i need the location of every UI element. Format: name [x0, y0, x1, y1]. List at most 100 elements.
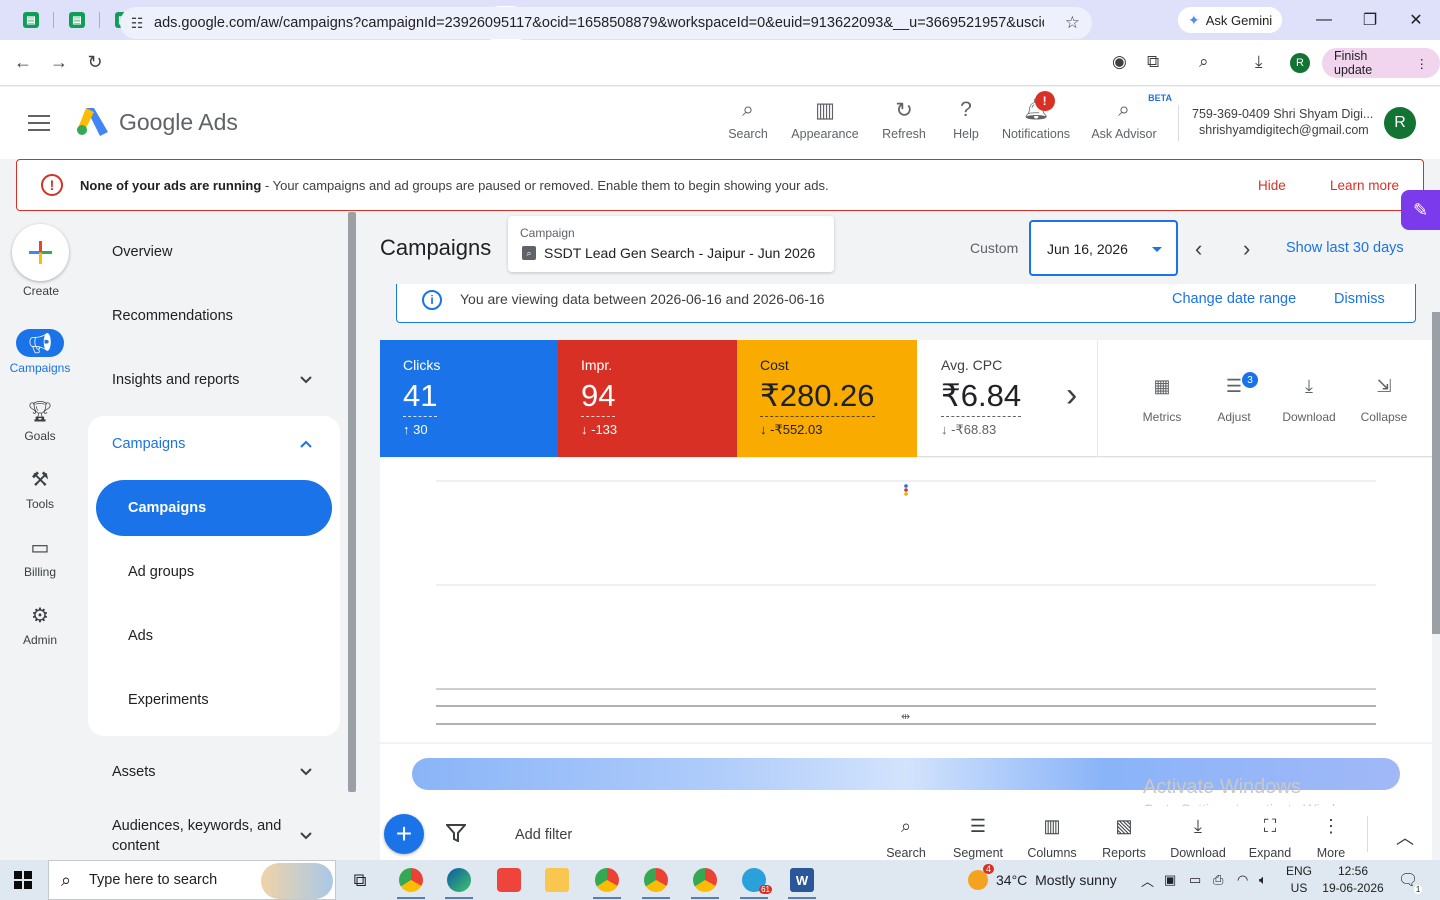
chrome-profile-4-icon[interactable]	[689, 864, 721, 899]
next-date-icon[interactable]: ›	[1243, 236, 1250, 262]
nav-scrollbar[interactable]	[348, 212, 356, 792]
header-search-button[interactable]: ⌕ Search	[708, 97, 788, 141]
notification-center-icon[interactable]: 🗨︎ 1	[1398, 860, 1423, 900]
weather-widget[interactable]: 4 34°C Mostly sunny	[968, 860, 1117, 900]
nav-experiments[interactable]: Experiments	[128, 692, 209, 708]
chevron-down-icon[interactable]	[299, 765, 313, 779]
chrome-profile-3-icon[interactable]	[640, 864, 672, 899]
add-campaign-button[interactable]: +	[384, 814, 424, 854]
billing-icon[interactable]: ▭	[16, 533, 64, 561]
chevron-down-icon[interactable]	[299, 373, 313, 387]
ask-advisor-button[interactable]: ⌕ BETA Ask Advisor	[1084, 93, 1172, 141]
nav-insights[interactable]: Insights and reports	[112, 372, 239, 388]
table-download-button[interactable]: ⤓ Download	[1163, 816, 1233, 860]
back-icon[interactable]: ←	[5, 45, 41, 81]
close-window-icon[interactable]: ✕	[1393, 0, 1439, 40]
avg-cpc-card[interactable]: Avg. CPC ₹6.84 ↓ -₹68.83	[918, 340, 1068, 457]
reload-icon[interactable]: ↻	[77, 45, 113, 81]
reports-button[interactable]: ▧ Reports	[1089, 816, 1159, 860]
notifications-button[interactable]: 🔔︎! Notifications	[996, 91, 1076, 141]
tools-icon[interactable]: ⚒	[16, 465, 64, 493]
nav-ad-groups[interactable]: Ad groups	[128, 564, 194, 580]
gear-icon[interactable]: ⚙	[16, 601, 64, 629]
assistant-side-tab-icon[interactable]: ✎	[1401, 190, 1440, 230]
omnibox[interactable]: ☷ ads.google.com/aw/campaigns?campaignId…	[120, 7, 1092, 39]
filter-icon[interactable]	[446, 824, 466, 842]
hide-alert-button[interactable]: Hide	[1258, 178, 1286, 193]
columns-button[interactable]: ▥ Columns	[1017, 816, 1087, 860]
show-last-30-days-link[interactable]: Show last 30 days	[1286, 240, 1404, 256]
expand-button[interactable]: ⛶ Expand	[1235, 816, 1305, 860]
clicks-card[interactable]: Clicks 41 ↑ 30	[380, 340, 558, 457]
account-name[interactable]: 759-369-0409 Shri Shyam Digi...	[1192, 107, 1373, 121]
nav-assets[interactable]: Assets	[112, 764, 156, 780]
nav-overview[interactable]: Overview	[112, 244, 172, 260]
account-email[interactable]: shrishyamdigitech@gmail.com	[1199, 123, 1369, 137]
impressions-point[interactable]	[904, 488, 908, 492]
nav-audiences-line2[interactable]: content	[112, 838, 160, 854]
more-button[interactable]: ⋮ More	[1296, 816, 1366, 860]
rail-goals-label[interactable]: Goals	[0, 429, 80, 443]
wifi-icon[interactable]: ◠	[1237, 860, 1248, 900]
metrics-button[interactable]: ▦ Metrics	[1124, 376, 1200, 424]
tray-app-icon[interactable]: ▣	[1164, 860, 1176, 900]
nav-audiences-line1[interactable]: Audiences, keywords, and	[112, 818, 281, 834]
change-date-range-link[interactable]: Change date range	[1172, 291, 1296, 307]
system-clock[interactable]: 12:56 19-06-2026	[1320, 863, 1386, 897]
bookmark-star-icon[interactable]: ☆	[1065, 13, 1080, 33]
cost-point[interactable]	[904, 492, 908, 496]
main-scrollbar[interactable]	[1432, 312, 1440, 634]
rail-tools-label[interactable]: Tools	[0, 497, 80, 511]
site-info-icon[interactable]: ☷	[120, 15, 154, 32]
account-avatar[interactable]: R	[1384, 107, 1416, 139]
rail-billing-label[interactable]: Billing	[0, 565, 80, 579]
menu-icon[interactable]	[28, 115, 50, 136]
file-explorer-icon[interactable]	[541, 864, 573, 896]
chevron-right-icon[interactable]: ›	[1066, 376, 1077, 415]
task-view-icon[interactable]: ⧉	[344, 864, 376, 896]
tab-search-icon[interactable]: ⌕	[1199, 52, 1209, 72]
range-handle-icon[interactable]: ⇹	[901, 710, 910, 723]
volume-icon[interactable]: 🔈︎	[1259, 860, 1267, 900]
nav-campaigns-group[interactable]: Campaigns	[112, 436, 185, 452]
tab-sheets-1[interactable]: ▤	[8, 0, 54, 40]
download-chart-button[interactable]: ⤓ Download	[1271, 376, 1347, 424]
cost-card[interactable]: Cost ₹280.26 ↓ -₹552.03	[737, 340, 917, 457]
forward-icon[interactable]: →	[41, 45, 77, 81]
appearance-button[interactable]: ▥ Appearance	[785, 97, 865, 142]
trophy-icon[interactable]: 🏆︎	[16, 397, 64, 425]
create-button[interactable]	[12, 224, 69, 281]
downloads-icon[interactable]: ⤓	[1255, 52, 1263, 72]
nav-recommendations[interactable]: Recommendations	[112, 308, 233, 324]
url-text[interactable]: ads.google.com/aw/campaigns?campaignId=2…	[154, 15, 1044, 31]
profile-avatar[interactable]: R	[1290, 53, 1310, 73]
tray-overflow-icon[interactable]: ︿	[1141, 860, 1154, 900]
rail-admin-label[interactable]: Admin	[0, 633, 80, 647]
chrome-profile-2-icon[interactable]	[591, 864, 623, 899]
learn-more-link[interactable]: Learn more	[1330, 178, 1399, 193]
battery-icon[interactable]: ▭	[1189, 860, 1201, 900]
collapse-button[interactable]: ⇲ Collapse	[1346, 376, 1422, 424]
finish-update-button[interactable]: Finish update ⋮	[1322, 48, 1440, 78]
date-picker[interactable]: Jun 16, 2026	[1029, 220, 1178, 276]
add-filter-input[interactable]: Add filter	[515, 827, 572, 843]
chrome-profile-1-icon[interactable]	[395, 864, 427, 899]
adjust-button[interactable]: ☰ 3 Adjust	[1196, 372, 1272, 424]
telegram-icon[interactable]: 61	[738, 864, 772, 899]
clicks-point[interactable]	[904, 484, 908, 488]
table-search-button[interactable]: ⌕ Search	[871, 816, 941, 860]
chevron-up-icon[interactable]: ︿	[1396, 824, 1414, 850]
minimize-icon[interactable]: —	[1301, 0, 1347, 40]
usb-icon[interactable]: ⎙	[1213, 860, 1223, 900]
ask-gemini-button[interactable]: ✦ Ask Gemini	[1178, 7, 1283, 33]
dismiss-link[interactable]: Dismiss	[1334, 291, 1385, 307]
nav-campaigns-selected[interactable]: Campaigns	[96, 480, 332, 536]
extensions-icon[interactable]: ⧉	[1147, 52, 1159, 72]
megaphone-icon[interactable]: 📢︎	[16, 329, 64, 357]
cast-icon[interactable]: ◉	[1112, 52, 1127, 72]
segment-button[interactable]: ☰ Segment	[943, 816, 1013, 860]
windows-start-icon[interactable]	[14, 871, 32, 889]
chevron-up-icon[interactable]	[299, 437, 313, 451]
maximize-icon[interactable]: ❐	[1347, 0, 1393, 40]
chevron-down-icon[interactable]	[299, 829, 313, 843]
